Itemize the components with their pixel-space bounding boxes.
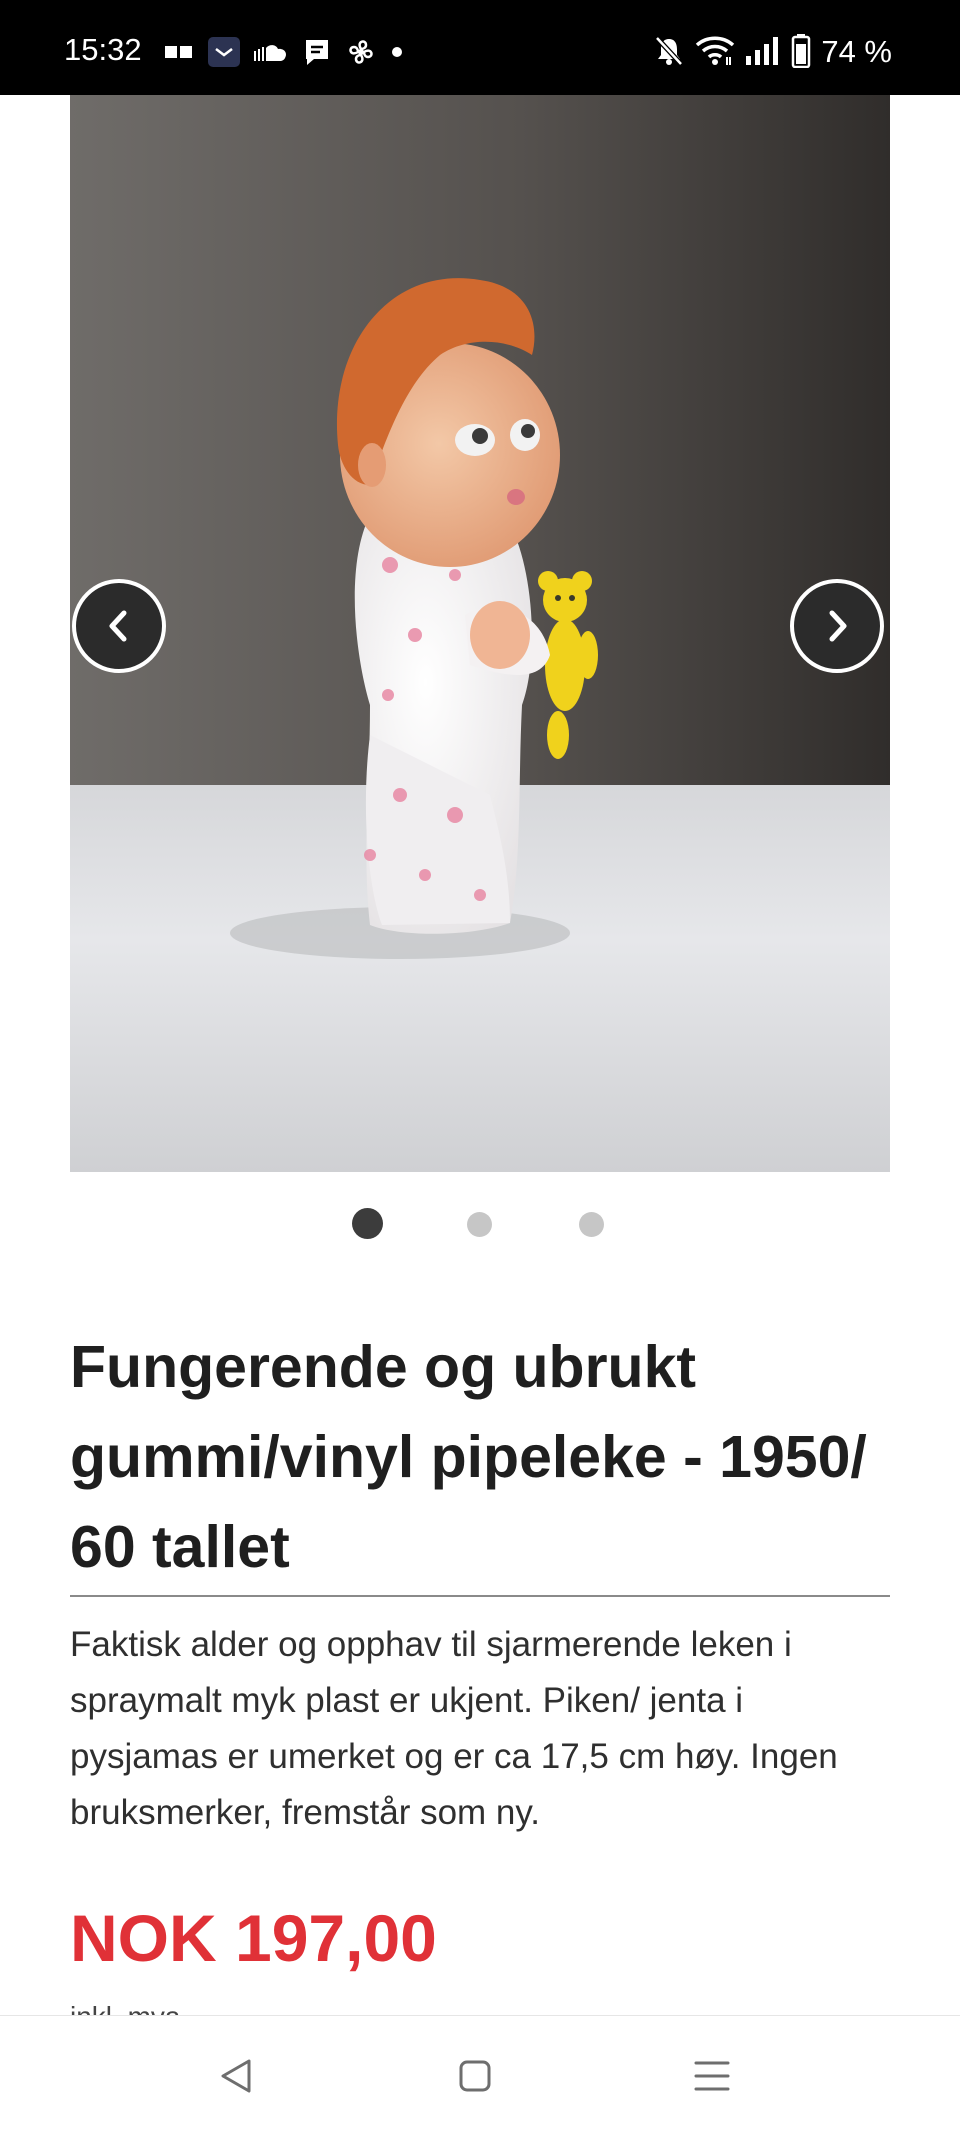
carousel-dot-active[interactable] <box>352 1208 383 1239</box>
carousel-dot[interactable] <box>579 1212 604 1237</box>
carousel-pagination <box>0 1208 960 1240</box>
back-triangle-icon <box>221 2059 251 2093</box>
more-dot-icon <box>392 47 402 57</box>
recents-button[interactable] <box>690 2054 734 2098</box>
product-price: NOK 197,00 <box>70 1901 437 1975</box>
system-indicators: 74 % <box>653 34 892 68</box>
product-page: 15:32 74 % Fungerende og ubrukt gummi/vi… <box>0 0 960 2133</box>
mute-icon <box>655 36 684 66</box>
product-image-carousel[interactable] <box>70 95 890 1172</box>
system-navigation-bar <box>0 2015 960 2133</box>
battery-percentage: 74 % <box>821 33 892 69</box>
recents-menu-icon <box>694 2061 730 2091</box>
product-description: Faktisk alder og opphav til sjarmerende … <box>70 1625 838 1832</box>
notification-icons <box>164 36 404 68</box>
battery-icon <box>792 34 811 68</box>
wifi-icon <box>696 36 735 65</box>
status-time: 15:32 <box>64 32 142 67</box>
previous-image-button[interactable] <box>72 579 166 673</box>
email-app-icon <box>208 37 240 67</box>
notification-book-icon <box>165 46 192 58</box>
back-button[interactable] <box>214 2054 258 2098</box>
chat-bubble-icon <box>306 40 328 65</box>
home-button[interactable] <box>453 2054 497 2098</box>
chevron-left-icon <box>109 610 127 642</box>
home-square-icon <box>459 2060 491 2092</box>
price-note: inkl. mva <box>70 2003 180 2015</box>
product-title: Fungerende og ubrukt gummi/vinyl pipelek… <box>70 1334 867 1580</box>
status-bar: 15:32 74 % <box>0 0 960 95</box>
carousel-dot[interactable] <box>467 1212 492 1237</box>
cloud-icon <box>254 45 287 61</box>
signal-icon <box>746 37 779 65</box>
title-divider <box>70 1595 890 1597</box>
pinwheel-icon <box>349 40 373 64</box>
next-image-button[interactable] <box>790 579 884 673</box>
chevron-right-icon <box>829 610 847 642</box>
product-image[interactable] <box>70 95 890 1172</box>
